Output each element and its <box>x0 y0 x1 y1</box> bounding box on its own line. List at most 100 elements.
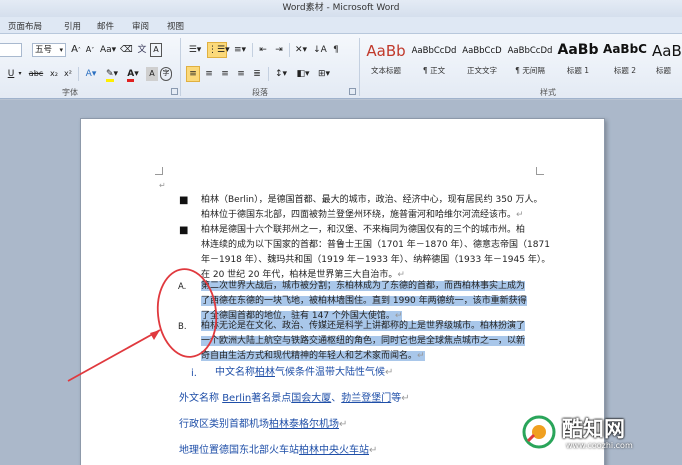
selected-text: 一个欧洲大陆上航空与铁路交通枢纽的角色，同时它也是全球焦点城市之一，以新 <box>201 336 526 346</box>
link-central-station[interactable]: 柏林中央火车站 <box>299 445 369 456</box>
grow-font-button[interactable]: A˄ <box>70 43 82 57</box>
selected-text: 了西德在东德的一块飞地，被柏林墙围住。直到 1990 年两德统一，该市重新获得 <box>201 296 527 306</box>
line-spacing-button[interactable]: ↕▾ <box>272 67 290 81</box>
sort-icon[interactable]: ↓A <box>313 43 327 57</box>
character-shading-button[interactable]: A <box>146 67 158 81</box>
style-sample: AaBb <box>652 42 682 60</box>
chevron-down-icon: ▾ <box>59 46 63 54</box>
bullet-paragraph: 柏林是德国十六个联邦州之一，和汉堡、不来梅同为德国仅有的三个的城市州。柏 林连续… <box>201 225 551 280</box>
roman-paragraph: 中文名称柏林气候条件温带大陆性气候↵ <box>215 367 394 378</box>
link-tegel-airport[interactable]: 柏林泰格尔机场 <box>269 419 339 430</box>
selected-text: 奇自由生活方式和现代精神的年轻人和艺术家而闻名。 <box>201 351 418 361</box>
align-left-button[interactable]: ≡ <box>186 66 200 82</box>
numbered-paragraph: 第二次世界大战后，城市被分割；东柏林成为了东德的首都，而西柏林事实上成为 了西德… <box>201 281 527 321</box>
link-reichstag[interactable]: 国会大厦 <box>291 393 331 404</box>
link-berlin[interactable]: 柏林 <box>255 367 275 378</box>
enclose-characters-button[interactable]: 字 <box>160 67 172 81</box>
info-line: 外文名称 Berlin著名景点国会大厦、勃兰登堡门等↵ <box>179 393 410 404</box>
character-border-icon[interactable]: A <box>150 43 162 57</box>
watermark-logo-icon <box>522 415 556 449</box>
shading-button[interactable]: ◧▾ <box>294 67 312 81</box>
separator <box>268 67 269 81</box>
font-color-button[interactable]: A▾ <box>124 67 142 82</box>
font-color-letter: A <box>127 69 135 82</box>
link-brandenburg-gate[interactable]: 勃兰登堡门 <box>341 393 391 404</box>
style-name: 文本标题 <box>371 66 401 75</box>
text-run: 地理位置德国东北部火车站 <box>179 445 299 456</box>
list-marker: i. <box>191 368 197 379</box>
styles-group-label: 样式 <box>540 88 556 97</box>
font-name-combo[interactable] <box>0 43 22 57</box>
style-sample: AaBbCcDd <box>507 46 553 56</box>
underline-dropdown-icon[interactable]: ▾ <box>16 67 24 81</box>
bullet-paragraph: 柏林（Berlin），是德国首都、最大的城市，政治、经济中心，现有居民约 350… <box>201 195 543 220</box>
separator <box>289 43 290 57</box>
watermark: 酷知网 www.coozhi.com <box>522 411 672 457</box>
text-line: 柏林位于德国东北部，四面被勃兰登堡州环绕，施普雷河和哈维尔河流经该市。 <box>201 210 517 220</box>
style-heading-1[interactable]: AaBb 标题 1 <box>554 36 602 80</box>
show-marks-icon[interactable]: ¶ <box>330 43 342 57</box>
highlight-button[interactable]: ✎▾ <box>103 67 121 82</box>
distributed-button[interactable]: ≣ <box>250 67 264 81</box>
crop-mark <box>536 167 544 175</box>
phonetic-guide-icon[interactable]: 文 <box>136 43 148 57</box>
tab-view[interactable]: 视图 <box>167 20 184 32</box>
style-sample: AaBbC <box>603 42 647 56</box>
decrease-indent-icon[interactable]: ⇤ <box>256 43 270 57</box>
shrink-font-button[interactable]: A˅ <box>84 43 96 57</box>
numbering-button[interactable]: ⋮☰▾ <box>207 42 230 58</box>
increase-indent-icon[interactable]: ⇥ <box>272 43 286 57</box>
paragraph-dialog-launcher[interactable] <box>349 88 356 95</box>
superscript-button[interactable]: x² <box>62 67 74 81</box>
style-heading-2[interactable]: AaBbC 标题 2 <box>602 36 648 80</box>
separator <box>359 38 360 96</box>
style-sample: AaBb <box>366 42 406 60</box>
selected-text: 第二次世界大战后，城市被分割；东柏林成为了东德的首都，而西柏林事实上成为 <box>201 281 526 291</box>
style-body-text[interactable]: AaBbCcD 正文文字 <box>458 36 506 80</box>
style-sample: AaBbCcD <box>462 46 502 56</box>
style-normal[interactable]: AaBbCcDd ¶ 正文 <box>410 36 458 80</box>
justify-button[interactable]: ≡ <box>234 67 248 81</box>
borders-button[interactable]: ⊞▾ <box>315 67 333 81</box>
align-right-button[interactable]: ≡ <box>218 67 232 81</box>
tab-references[interactable]: 引用 <box>64 20 81 32</box>
text-run: 中文名称 <box>215 367 255 378</box>
info-line: 地理位置德国东北部火车站柏林中央火车站↵ <box>179 445 378 456</box>
list-marker: A. <box>178 282 187 292</box>
style-name: 标题 <box>656 66 671 75</box>
subscript-button[interactable]: x₂ <box>48 67 60 81</box>
bullets-button[interactable]: ☰▾ <box>186 43 204 57</box>
font-size-combo[interactable]: 五号 ▾ <box>32 43 66 57</box>
numbered-paragraph: 柏林无论是在文化、政治、传媒还是科学上讲都称的上是世界级城市。柏林扮演了 一个欧… <box>201 321 526 361</box>
list-marker: B. <box>178 322 187 332</box>
clear-format-icon[interactable]: ⌫ <box>120 43 133 57</box>
font-size-value: 五号 <box>35 45 53 55</box>
separator <box>78 67 79 81</box>
strikethrough-button[interactable]: abc <box>28 67 44 81</box>
underline-button[interactable]: U <box>6 67 16 81</box>
paragraph-group-label: 段落 <box>252 88 268 97</box>
change-case-button[interactable]: Aa▾ <box>100 43 116 57</box>
font-dialog-launcher[interactable] <box>171 88 178 95</box>
character-shading-letter: A <box>149 69 155 78</box>
paragraph-mark: ↵ <box>159 181 166 190</box>
chinese-layout-icon[interactable]: ✕▾ <box>292 43 310 57</box>
style-no-spacing[interactable]: AaBbCcDd ¶ 无间隔 <box>506 36 554 80</box>
style-name: 标题 1 <box>566 66 590 75</box>
highlight-icon: ✎ <box>105 69 114 82</box>
style-name: ¶ 无间隔 <box>515 66 545 75</box>
style-title[interactable]: AaBb 标题 <box>648 36 682 80</box>
tab-page-layout[interactable]: 页面布局 <box>8 20 42 32</box>
text-run: 著名景点 <box>251 393 292 404</box>
tab-review[interactable]: 审阅 <box>132 20 149 32</box>
multilevel-list-button[interactable]: ≡▾ <box>231 43 249 57</box>
text-effects-button[interactable]: A▾ <box>83 67 99 81</box>
align-center-button[interactable]: ≡ <box>202 67 216 81</box>
bullet-marker: ■ <box>179 195 189 206</box>
tab-mailings[interactable]: 邮件 <box>97 20 114 32</box>
watermark-url: www.coozhi.com <box>566 441 633 450</box>
grow-font-label: A <box>71 44 78 55</box>
window-title: Word素材 - Microsoft Word <box>282 3 400 13</box>
link-berlin-en[interactable]: Berlin <box>222 393 251 404</box>
style-heading-text[interactable]: AaBb 文本标题 <box>362 36 410 80</box>
